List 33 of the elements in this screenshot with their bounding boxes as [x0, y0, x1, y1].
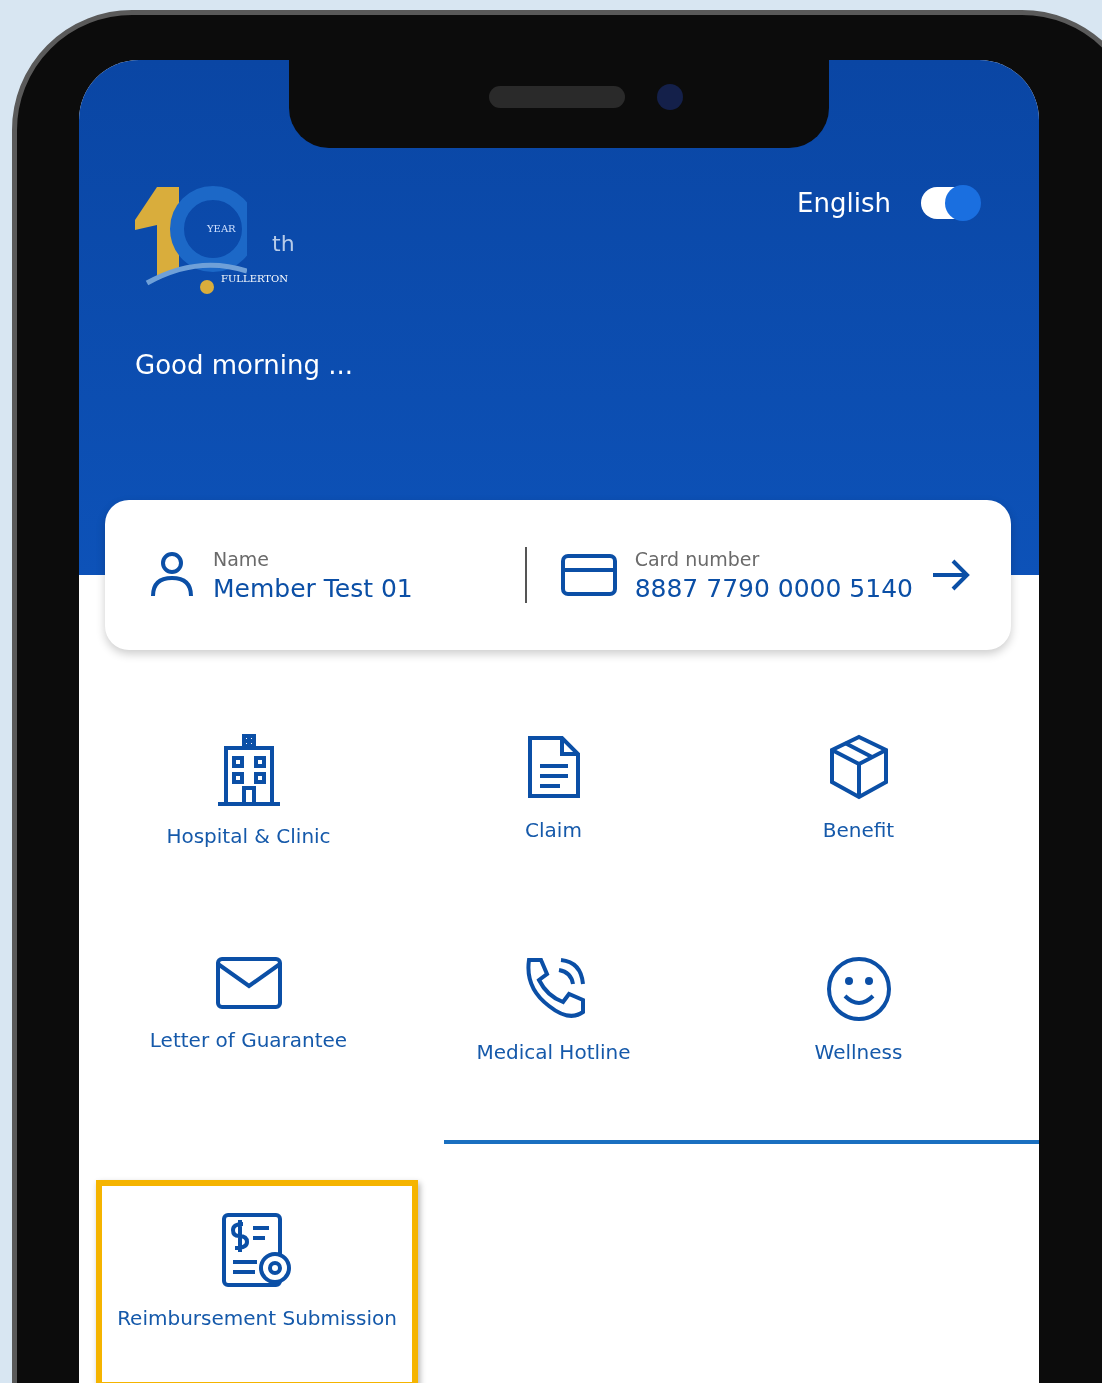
menu-label: Wellness [814, 1040, 903, 1064]
menu-tile[interactable]: Benefit [706, 728, 1011, 950]
menu-tile[interactable]: Reimbursement Submission [96, 1180, 418, 1383]
menu-label: Letter of Guarantee [149, 1028, 348, 1052]
box-icon [827, 734, 890, 800]
logo-text: YEAR [207, 223, 236, 234]
logo-text: th [272, 231, 295, 256]
invoice-gear-icon [221, 1212, 293, 1288]
menu-label: Benefit [822, 818, 895, 842]
menu-label: Hospital & Clinic [166, 824, 331, 848]
menu-tile[interactable]: Wellness [706, 950, 1011, 1172]
document-icon [525, 734, 582, 800]
menu-label: Reimbursement Submission [117, 1306, 397, 1330]
member-card[interactable]: Name Member Test 01 Card number 8887 7790 0000 5140 [105, 500, 1011, 650]
card-number: 8887 7790 0000 5140 [634, 573, 913, 603]
envelope-icon [214, 956, 283, 1010]
language-label: English [797, 188, 891, 218]
menu-tile[interactable]: Letter of Guarantee [96, 950, 401, 1172]
language-toggle[interactable] [921, 187, 979, 219]
menu-tile[interactable]: Claim [401, 728, 706, 950]
menu-tile[interactable]: Medical Hotline [401, 950, 706, 1172]
greeting-text: Good morning ... [135, 350, 354, 380]
name-label: Name [213, 547, 271, 570]
card-number-label: Card number [634, 547, 761, 570]
arrow-right-icon[interactable] [931, 557, 971, 593]
menu-tile[interactable]: Hospital & Clinic [96, 728, 401, 950]
menu-label: Claim [525, 818, 582, 842]
menu-label: Medical Hotline [476, 1040, 631, 1064]
smiley-icon [825, 956, 892, 1022]
hospital-building-icon [217, 734, 280, 806]
logo-brand-text: FULLERTON [221, 273, 288, 284]
member-name: Member Test 01 [213, 573, 413, 603]
card-icon [560, 554, 617, 596]
